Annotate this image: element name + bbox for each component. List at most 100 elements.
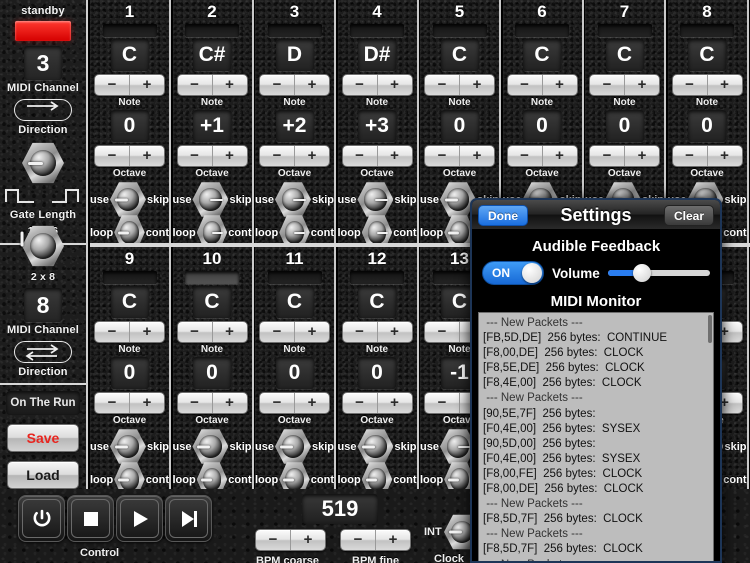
step-note-plus[interactable]: + [625, 75, 659, 95]
save-button[interactable]: Save [7, 424, 79, 452]
slider-thumb[interactable] [632, 264, 651, 282]
step-note-stepper[interactable]: −+ [176, 321, 248, 343]
step-octave-plus[interactable]: + [213, 146, 247, 166]
use-skip-knob[interactable] [357, 182, 394, 218]
step-note-plus[interactable]: + [295, 322, 329, 342]
direction-bottom-indicator[interactable] [14, 341, 72, 363]
step-octave-plus[interactable]: + [213, 393, 247, 413]
play-button[interactable] [116, 495, 163, 542]
step-note-stepper[interactable]: −+ [259, 74, 330, 96]
step-note-plus[interactable]: + [130, 322, 164, 342]
step-octave-stepper[interactable]: −+ [341, 145, 413, 167]
step-note-minus[interactable]: − [260, 75, 295, 95]
step-octave-stepper[interactable]: −+ [259, 392, 330, 414]
clear-button[interactable]: Clear [663, 205, 714, 226]
step-octave-stepper[interactable]: −+ [506, 145, 578, 167]
use-skip-knob[interactable] [357, 429, 394, 465]
step-octave-plus[interactable]: + [625, 146, 659, 166]
step-note-stepper[interactable]: −+ [176, 74, 248, 96]
step-octave-minus[interactable]: − [673, 146, 708, 166]
step-note-plus[interactable]: + [378, 322, 412, 342]
bpm-coarse-stepper[interactable]: − + [255, 529, 326, 551]
step-note-plus[interactable]: + [708, 75, 742, 95]
step-octave-minus[interactable]: − [425, 146, 460, 166]
load-button[interactable]: Load [7, 461, 79, 489]
use-skip-knob[interactable] [192, 182, 229, 218]
gate-length-knob[interactable] [22, 142, 64, 184]
step-octave-plus[interactable]: + [295, 393, 329, 413]
step-octave-minus[interactable]: − [590, 146, 625, 166]
midi-monitor-log[interactable]: --- New Packets --- [FB,5D,DE] 256 bytes:… [478, 312, 714, 561]
step-octave-stepper[interactable]: −+ [671, 145, 743, 167]
step-octave-plus[interactable]: + [295, 146, 329, 166]
volume-slider[interactable] [607, 264, 710, 282]
use-skip-knob[interactable] [192, 429, 229, 465]
step-note-stepper[interactable]: −+ [259, 321, 330, 343]
step-octave-stepper[interactable]: −+ [176, 145, 248, 167]
step-note-plus[interactable]: + [378, 75, 412, 95]
step-octave-minus[interactable]: − [343, 393, 378, 413]
midi-channel-bottom-value[interactable]: 8 [24, 288, 62, 322]
step-note-minus[interactable]: − [178, 75, 213, 95]
step-note-plus[interactable]: + [460, 75, 494, 95]
bpm-coarse-minus[interactable]: − [256, 530, 291, 550]
step-octave-stepper[interactable]: −+ [259, 145, 330, 167]
step-note-plus[interactable]: + [295, 75, 329, 95]
step-note-stepper[interactable]: −+ [589, 74, 660, 96]
step-octave-plus[interactable]: + [708, 146, 742, 166]
step-note-plus[interactable]: + [543, 75, 577, 95]
bpm-fine-stepper[interactable]: − + [340, 529, 411, 551]
step-octave-plus[interactable]: + [543, 146, 577, 166]
step-octave-minus[interactable]: − [95, 146, 130, 166]
step-octave-minus[interactable]: − [260, 393, 295, 413]
step-octave-plus[interactable]: + [130, 146, 164, 166]
step-octave-minus[interactable]: − [260, 146, 295, 166]
step-octave-plus[interactable]: + [378, 146, 412, 166]
step-note-minus[interactable]: − [343, 322, 378, 342]
step-note-minus[interactable]: − [260, 322, 295, 342]
step-octave-minus[interactable]: − [178, 393, 213, 413]
bpm-coarse-plus[interactable]: + [291, 530, 325, 550]
midi-channel-top-value[interactable]: 3 [24, 46, 62, 80]
step-octave-minus[interactable]: − [178, 146, 213, 166]
step-octave-stepper[interactable]: −+ [94, 392, 165, 414]
step-note-minus[interactable]: − [673, 75, 708, 95]
preset-name-field[interactable]: On The Run [6, 391, 80, 415]
step-octave-stepper[interactable]: −+ [589, 145, 660, 167]
step-note-stepper[interactable]: −+ [94, 321, 165, 343]
step-note-minus[interactable]: − [508, 75, 543, 95]
step-note-plus[interactable]: + [130, 75, 164, 95]
step-octave-minus[interactable]: − [425, 393, 460, 413]
step-octave-stepper[interactable]: −+ [94, 145, 165, 167]
bpm-fine-minus[interactable]: − [341, 530, 376, 550]
step-note-stepper[interactable]: −+ [506, 74, 578, 96]
log-scrollbar[interactable] [708, 315, 712, 343]
step-octave-minus[interactable]: − [343, 146, 378, 166]
step-note-minus[interactable]: − [425, 75, 460, 95]
gate-length-knob-2[interactable] [20, 225, 64, 267]
step-note-stepper[interactable]: −+ [671, 74, 743, 96]
step-octave-plus[interactable]: + [460, 146, 494, 166]
bpm-fine-plus[interactable]: + [376, 530, 410, 550]
step-note-plus[interactable]: + [213, 75, 247, 95]
step-note-plus[interactable]: + [213, 322, 247, 342]
step-note-minus[interactable]: − [95, 322, 130, 342]
step-note-minus[interactable]: − [178, 322, 213, 342]
step-note-stepper[interactable]: −+ [424, 74, 495, 96]
use-skip-knob[interactable] [109, 429, 146, 465]
reset-button[interactable] [18, 495, 65, 542]
step-note-minus[interactable]: − [590, 75, 625, 95]
step-octave-stepper[interactable]: −+ [176, 392, 248, 414]
step-octave-minus[interactable]: − [508, 146, 543, 166]
step-octave-stepper[interactable]: −+ [424, 145, 495, 167]
step-note-stepper[interactable]: −+ [341, 321, 413, 343]
step-octave-stepper[interactable]: −+ [341, 392, 413, 414]
use-skip-knob[interactable] [109, 182, 146, 218]
step-note-stepper[interactable]: −+ [341, 74, 413, 96]
step-note-stepper[interactable]: −+ [94, 74, 165, 96]
stop-button[interactable] [67, 495, 114, 542]
step-octave-plus[interactable]: + [378, 393, 412, 413]
audible-feedback-toggle[interactable]: ON [482, 261, 544, 285]
step-note-minus[interactable]: − [95, 75, 130, 95]
step-note-minus[interactable]: − [425, 322, 460, 342]
